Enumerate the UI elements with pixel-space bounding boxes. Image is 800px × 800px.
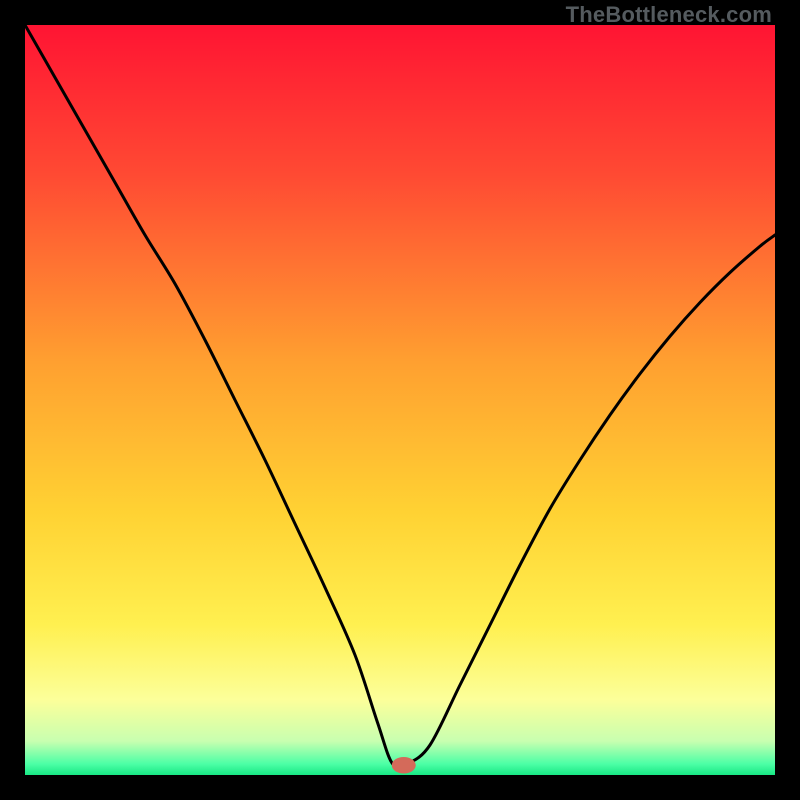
- chart-svg: [25, 25, 775, 775]
- plot-area: [25, 25, 775, 775]
- chart-frame: TheBottleneck.com: [0, 0, 800, 800]
- bottleneck-marker: [392, 757, 416, 774]
- chart-background: [25, 25, 775, 775]
